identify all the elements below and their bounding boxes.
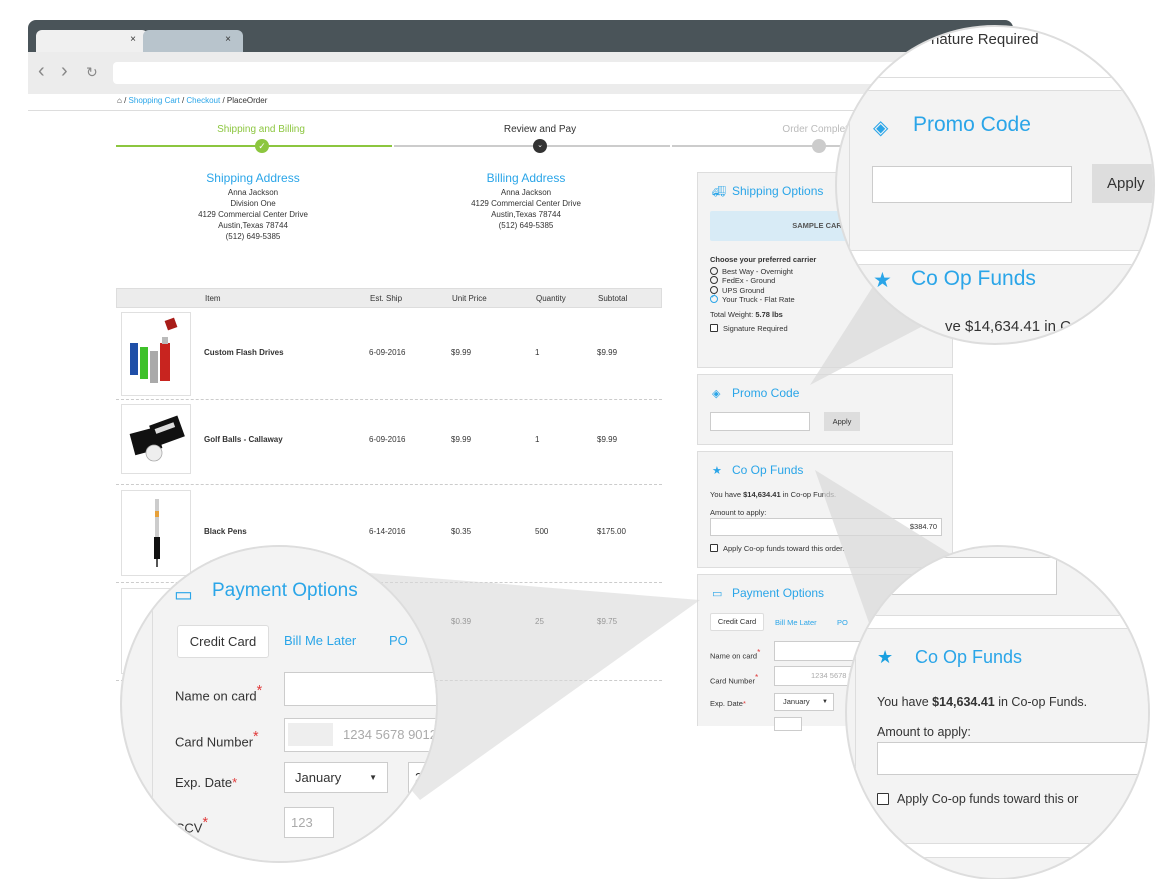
apply-coop-option[interactable]: Apply Co-op funds toward this order. — [710, 544, 844, 553]
golf-balls-image — [121, 404, 191, 474]
checkbox[interactable] — [710, 324, 718, 332]
ccv-input-zoomed[interactable]: 123 — [284, 807, 334, 838]
back-icon[interactable]: ‹ — [38, 60, 45, 83]
check-icon: ✓ — [255, 139, 269, 153]
shipping-address: Shipping Address Anna Jackson Division O… — [153, 171, 353, 242]
step-progress-line — [394, 145, 670, 147]
step-shipping-billing-label: Shipping and Billing — [217, 124, 305, 135]
step-review-pay-label: Review and Pay — [503, 124, 577, 135]
promo-apply-button[interactable]: Apply — [824, 412, 860, 431]
tab-po-zoomed[interactable]: PO — [389, 633, 408, 648]
browser-tab-inactive[interactable]: × — [143, 30, 243, 52]
coop-balance: You have $14,634.41 in Co-op Funds. — [710, 490, 837, 499]
browser-tab-active[interactable]: × — [36, 30, 148, 52]
shipping-address-title: Shipping Address — [206, 171, 300, 185]
table-header: Item Est. Ship Unit Price Quantity Subto… — [116, 288, 662, 308]
coop-funds-title-zoomed: Co Op Funds — [915, 647, 1023, 667]
chevron-down-icon: ⌄ — [533, 139, 547, 153]
exp-month-select-zoomed[interactable]: January ▼ — [284, 762, 388, 793]
credit-card-icon: ▭ — [174, 584, 193, 606]
breadcrumb-current: PlaceOrder — [226, 96, 268, 105]
tab-credit-card[interactable]: Credit Card — [710, 613, 764, 631]
star-icon: ★ — [877, 647, 894, 667]
magnifier-lens-promo: nature Required ◈ Promo Code Apply ★ Co … — [835, 25, 1155, 345]
carrier-option[interactable]: UPS Ground — [710, 285, 816, 296]
step-progress-line — [116, 145, 392, 147]
breadcrumb-checkout[interactable]: Checkout — [186, 96, 220, 105]
card-number-label-zoomed: Card Number* — [175, 729, 259, 750]
amount-to-apply-input-zoomed[interactable] — [877, 742, 1148, 775]
table-row: Golf Balls - Callaway 6-09-2016 $9.99 1 … — [116, 400, 662, 485]
close-tab-icon[interactable]: × — [225, 34, 231, 45]
promo-code-input-zoomed[interactable] — [872, 166, 1072, 203]
carrier-options: Choose your preferred carrier Best Way -… — [710, 255, 816, 334]
carrier-option[interactable]: Your Truck - Flat Rate — [710, 293, 816, 305]
breadcrumb: ⌂ / Shopping Cart / Checkout / PlaceOrde… — [117, 96, 268, 105]
promo-code-title: Promo Code — [732, 386, 800, 400]
exp-year-select-zoomed[interactable]: 2 — [408, 762, 436, 793]
coop-balance-fragment: ve $14,634.41 in C — [945, 318, 1071, 335]
carrier-option[interactable]: FedEx - Ground — [710, 276, 816, 286]
carrier-option[interactable]: Best Way - Overnight — [710, 266, 816, 277]
amount-label-zoomed: Amount to apply: — [877, 725, 971, 739]
name-on-card-label-zoomed: Name on card* — [175, 683, 263, 704]
ccv-input[interactable] — [774, 717, 802, 731]
card-type-placeholder — [288, 723, 333, 746]
truck-icon: 🚚︎ — [712, 186, 726, 198]
radio-button[interactable] — [710, 266, 718, 275]
flash-drive-image — [121, 312, 191, 396]
magnifier-lens-payment: ▭ Payment Options Credit Card Bill Me La… — [120, 545, 438, 863]
exp-date-label-zoomed: Exp. Date* — [175, 775, 238, 790]
tab-bill-me-later-zoomed[interactable]: Bill Me Later — [284, 633, 356, 648]
coop-funds-title-zoomed: Co Op Funds — [911, 267, 1036, 290]
coop-funds-title: Co Op Funds — [732, 463, 804, 477]
tab-bill-me-later[interactable]: Bill Me Later — [775, 618, 817, 627]
amount-to-apply-input[interactable]: $384.70 — [710, 518, 942, 536]
table-row: Custom Flash Drives 6-09-2016 $9.99 1 $9… — [116, 308, 662, 400]
total-weight: Total Weight: 5.78 lbs — [710, 309, 783, 319]
reload-icon[interactable]: ↻ — [86, 64, 98, 81]
checkbox[interactable] — [877, 793, 889, 805]
ticket-icon: ◈ — [712, 388, 721, 400]
exp-month-select[interactable]: January ▼ — [774, 693, 834, 711]
dropdown-arrow-icon: ▼ — [369, 773, 377, 782]
checkbox[interactable] — [710, 544, 718, 552]
promo-apply-button-zoomed[interactable]: Apply — [1092, 164, 1153, 203]
signature-fragment: nature Required — [931, 31, 1039, 48]
promo-code-title-zoomed: Promo Code — [913, 113, 1031, 136]
tab-credit-card-zoomed[interactable]: Credit Card — [177, 625, 269, 658]
card-number-label: Card Number* — [710, 673, 759, 686]
credit-card-icon: ▭ — [712, 588, 723, 600]
radio-button-selected[interactable] — [710, 293, 718, 303]
promo-code-panel: ◈ Promo Code Apply — [697, 374, 953, 445]
amount-label: Amount to apply: — [710, 508, 767, 517]
promo-code-input[interactable] — [710, 412, 810, 431]
close-tab-icon[interactable]: × — [130, 34, 136, 45]
shipping-options-title: Shipping Options — [732, 184, 824, 198]
billing-address: Billing Address Anna Jackson 4129 Commer… — [426, 171, 626, 231]
coop-balance-zoomed: You have $14,634.41 in Co-op Funds. — [877, 695, 1088, 709]
breadcrumb-shopping-cart[interactable]: Shopping Cart — [129, 96, 180, 105]
forward-icon[interactable]: › — [61, 60, 68, 83]
ticket-icon: ◈ — [873, 117, 889, 139]
apply-coop-option-zoomed[interactable]: Apply Co-op funds toward this or — [877, 792, 1078, 806]
name-on-card-input-zoomed[interactable] — [284, 672, 436, 706]
star-icon: ★ — [873, 269, 892, 292]
star-icon: ★ — [712, 465, 722, 477]
radio-button[interactable] — [710, 276, 718, 284]
step-pending-dot — [812, 139, 826, 153]
home-icon[interactable]: ⌂ — [117, 96, 122, 105]
ccv-label-zoomed: CCV* — [175, 815, 209, 836]
payment-options-title-zoomed: Payment Options — [212, 580, 358, 601]
name-on-card-label: Name on card* — [710, 648, 761, 661]
magnifier-lens-coop: ★ Co Op Funds You have $14,634.41 in Co-… — [845, 545, 1150, 879]
exp-date-label: Exp. Date* — [710, 699, 746, 708]
billing-address-title: Billing Address — [486, 171, 566, 185]
payment-options-title: Payment Options — [732, 586, 825, 600]
signature-required-option[interactable]: Signature Required — [710, 324, 816, 334]
